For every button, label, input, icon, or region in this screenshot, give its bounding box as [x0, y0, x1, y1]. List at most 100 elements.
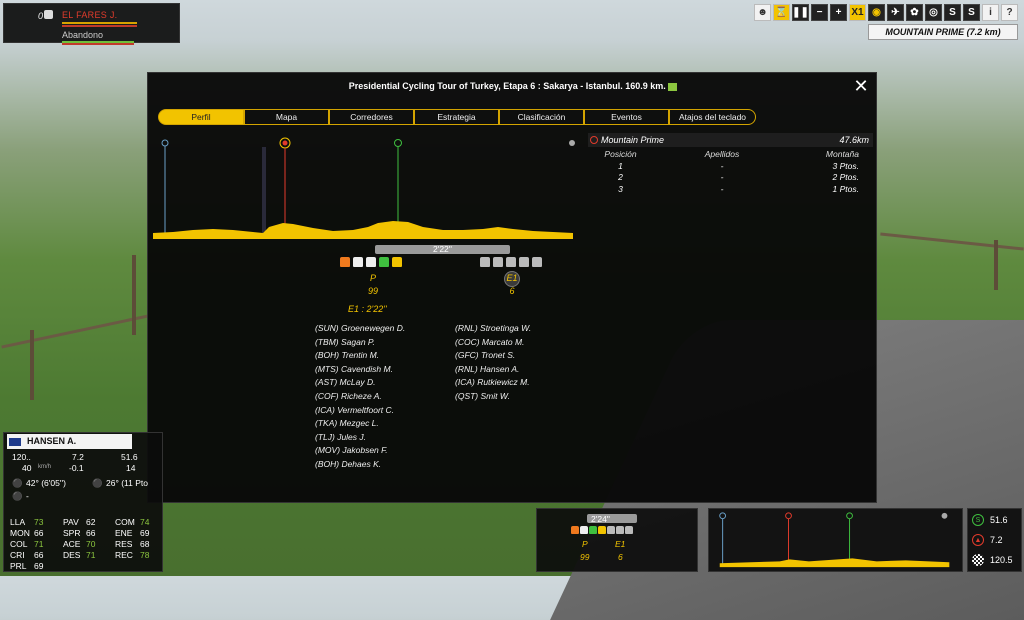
- mountain-prime-header: Mountain Prime 47.6km: [588, 133, 873, 147]
- rider-entry[interactable]: (MTS) Cavendish M.: [315, 363, 405, 377]
- time-gap-bar: 2'22'': [375, 244, 510, 254]
- person-icon[interactable]: ☻: [754, 4, 771, 21]
- tab-atajos[interactable]: Atajos del teclado: [669, 109, 756, 125]
- rider-entry[interactable]: (TKA) Mezgec L.: [315, 417, 405, 431]
- rider-entry[interactable]: (MOV) Jakobsen F.: [315, 444, 405, 458]
- rider-entry[interactable]: (BOH) Dehaes K.: [315, 458, 405, 472]
- attr-label: REC: [115, 550, 133, 560]
- yellow-jersey-icon: ⚫: [12, 478, 23, 488]
- rider-entry[interactable]: (AST) McLay D.: [315, 376, 405, 390]
- attr-value: 71: [34, 539, 44, 549]
- tab-eventos[interactable]: Eventos: [584, 109, 669, 125]
- attr-value: 73: [34, 517, 44, 527]
- flag-icon: [9, 438, 21, 446]
- mountain-prime-banner: MOUNTAIN PRIME (7.2 km): [868, 24, 1018, 40]
- info-button[interactable]: i: [982, 4, 999, 21]
- plane-icon[interactable]: ✈: [887, 4, 904, 21]
- rider-info-panel[interactable]: HANSEN A. 120.. 40 km/h 7.2 -0.1 51.6 14…: [3, 432, 163, 572]
- rider-entry[interactable]: (QST) Smit W.: [455, 390, 531, 404]
- climb-icon-inner: [282, 140, 288, 146]
- climb-icon: [590, 136, 598, 144]
- mountain-prime-table: Mountain Prime 47.6km Posición Apellidos…: [588, 133, 873, 195]
- mini-groups-panel[interactable]: 2'24'' P E1 99 6: [536, 508, 698, 572]
- sprint-icon: S: [972, 514, 984, 526]
- attr-label: COL: [10, 539, 28, 549]
- rider-entry[interactable]: (ICA) Rutkiewicz M.: [455, 376, 531, 390]
- finish-flag-icon: [972, 554, 984, 566]
- column-header: Posición: [604, 149, 637, 159]
- rider-entry[interactable]: (COC) Marcato M.: [455, 336, 531, 350]
- rider-entry[interactable]: (GFC) Tronet S.: [455, 349, 531, 363]
- jersey-icon: [589, 526, 597, 534]
- attr-value: 69: [34, 561, 44, 571]
- mini-breakaway-count: 6: [618, 552, 623, 562]
- attr-label: SPR: [63, 528, 81, 538]
- attr-label: PAV: [63, 517, 79, 527]
- rider-entry[interactable]: (RNL) Stroetinga W.: [455, 322, 531, 336]
- breakaway-jerseys: [480, 257, 542, 267]
- plus-icon[interactable]: +: [830, 4, 847, 21]
- points-position: 26° (11 Pto: [106, 478, 148, 488]
- s-icon[interactable]: S: [944, 4, 961, 21]
- jersey-icon: [493, 257, 503, 267]
- cell-position: 3: [618, 183, 623, 194]
- jersey-icon: [340, 257, 350, 267]
- bird-icon[interactable]: ✿: [906, 4, 923, 21]
- attr-value: 74: [140, 517, 150, 527]
- close-icon[interactable]: ✕: [852, 77, 870, 95]
- breakaway-rider-list: (RNL) Stroetinga W. (COC) Marcato M. (GF…: [455, 322, 531, 404]
- attr-value: 68: [140, 539, 150, 549]
- cell-position: 2: [618, 172, 623, 182]
- attr-label: DES: [63, 550, 81, 560]
- rider-entry[interactable]: (TLJ) Jules J.: [315, 431, 405, 445]
- distance-secondary: 14: [126, 463, 136, 473]
- jersey-icon: [506, 257, 516, 267]
- hourglass-icon[interactable]: ⌛: [773, 4, 790, 21]
- cell-position: 1: [618, 160, 623, 171]
- rider-entry[interactable]: (ICA) Vermeltfoort C.: [315, 404, 405, 418]
- rider-entry[interactable]: (TBM) Sagan P.: [315, 336, 405, 350]
- pause-icon[interactable]: ❚❚: [792, 4, 809, 21]
- sprint-icon: [846, 512, 853, 520]
- tab-clasificacion[interactable]: Clasificación: [499, 109, 584, 125]
- attr-value: 70: [86, 539, 96, 549]
- cell-points: 1 Ptos.: [832, 183, 859, 194]
- attr-label: COM: [115, 517, 135, 527]
- eye-icon[interactable]: ◉: [868, 4, 885, 21]
- speed-value: 120..: [12, 452, 31, 462]
- peloton-label: P: [369, 273, 376, 283]
- rider-status: Abandono: [62, 30, 104, 40]
- table-row: 2 - 2 Ptos.: [588, 172, 873, 184]
- climb-icon: [785, 512, 792, 520]
- minus-icon[interactable]: −: [811, 4, 828, 21]
- modal-title-text: Presidential Cycling Tour of Turkey, Eta…: [348, 81, 666, 91]
- s-icon[interactable]: S: [963, 4, 980, 21]
- table-row: 3 - 1 Ptos.: [588, 184, 873, 196]
- rider-entry[interactable]: (BOH) Trentin M.: [315, 349, 405, 363]
- mini-stage-profile[interactable]: [708, 508, 963, 572]
- jersey-icon: [580, 526, 588, 534]
- distance-stats-panel: S 51.6 ▲ 7.2 120.5: [967, 508, 1022, 572]
- rider-entry[interactable]: (RNL) Hansen A.: [455, 363, 531, 377]
- speed-button[interactable]: X1: [849, 4, 866, 21]
- energy-bar: [62, 22, 137, 24]
- tab-corredores[interactable]: Corredores: [329, 109, 414, 125]
- tab-estrategia[interactable]: Estrategia: [414, 109, 499, 125]
- to-finish: 120.5: [972, 554, 1013, 566]
- start-marker: [719, 512, 727, 520]
- target-icon[interactable]: ◎: [925, 4, 942, 21]
- tab-perfil[interactable]: Perfil: [158, 109, 244, 125]
- help-button[interactable]: ?: [1001, 4, 1018, 21]
- breakaway-count: 6: [509, 286, 515, 296]
- tab-mapa[interactable]: Mapa: [244, 109, 329, 125]
- attr-label: CRI: [10, 550, 25, 560]
- cell-points: 2 Ptos.: [832, 172, 859, 182]
- jersey-icon: [616, 526, 624, 534]
- jersey-icon: [353, 257, 363, 267]
- rider-entry[interactable]: (COF) Richeze A.: [315, 390, 405, 404]
- top-rider-panel[interactable]: 0 EL FARES J. Abandono: [3, 3, 180, 45]
- rider-entry[interactable]: (SUN) Groenewegen D.: [315, 322, 405, 336]
- cell-name: -: [720, 183, 724, 194]
- distance-value: 51.6: [121, 452, 138, 462]
- start-marker: [161, 139, 169, 147]
